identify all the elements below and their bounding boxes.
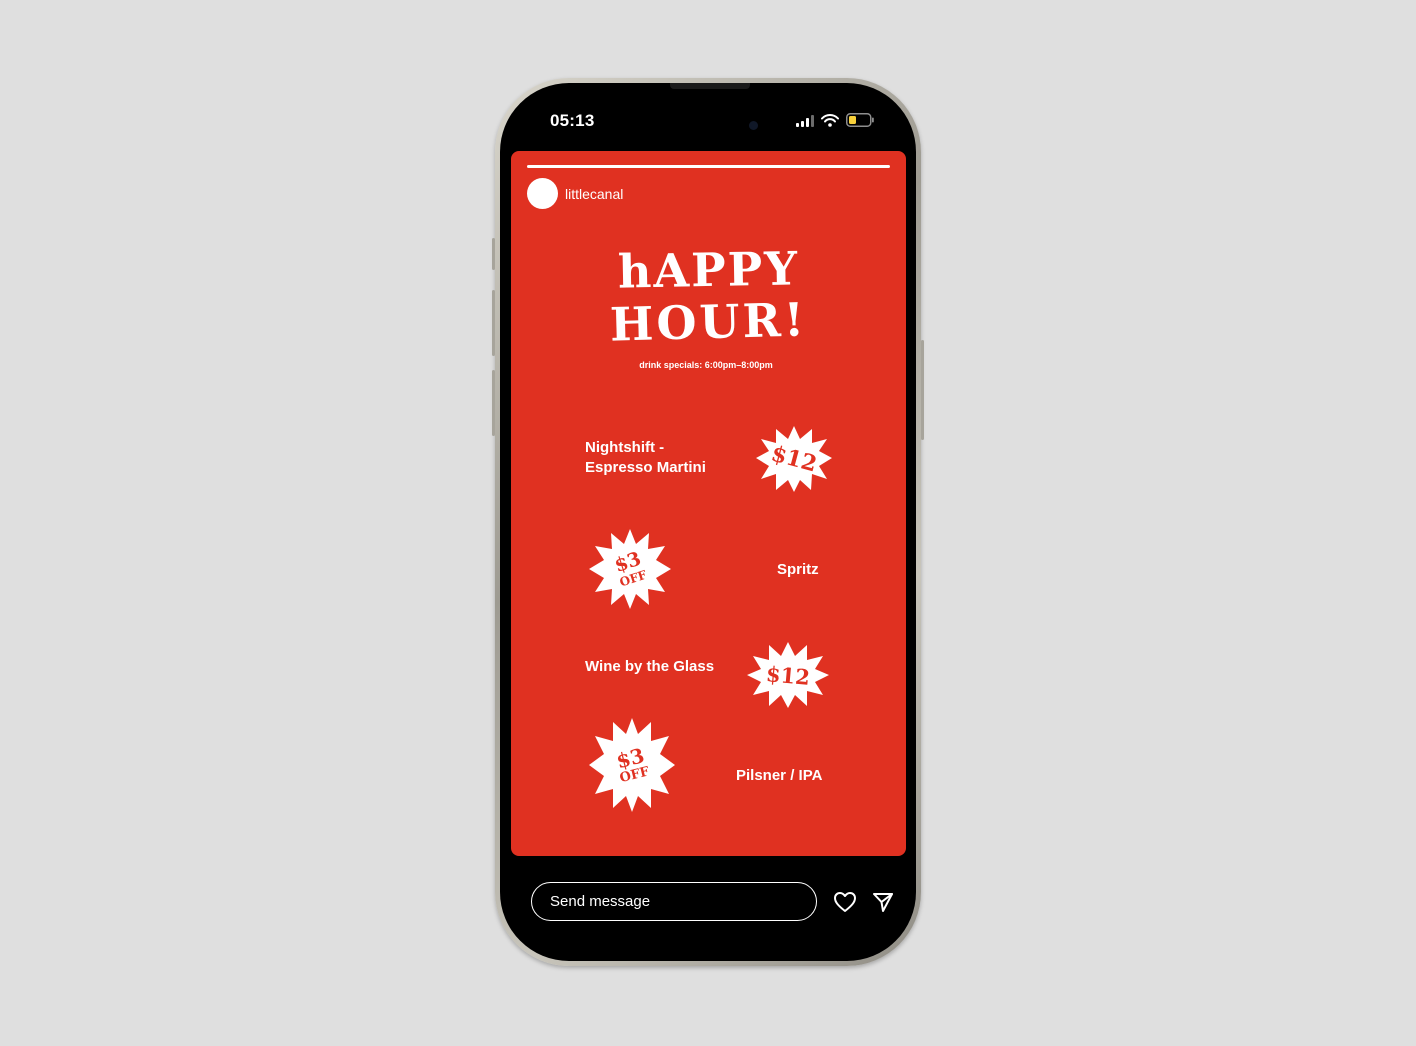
battery-icon xyxy=(846,113,874,132)
send-message-input[interactable] xyxy=(531,882,817,921)
mockup-stage: 05:13 littlecanal hAPPY HOUR! drink spec… xyxy=(0,0,1416,1046)
menu-item-name-line: Espresso Martini xyxy=(585,459,706,476)
title-line-1: hAPPY xyxy=(617,241,800,299)
subtitle: drink specials: 6:00pm–8:00pm xyxy=(639,360,773,370)
status-icons xyxy=(796,113,874,132)
status-time: 05:13 xyxy=(550,111,595,130)
menu-item-name-line: Spritz xyxy=(777,561,819,578)
phone-screen: 05:13 littlecanal hAPPY HOUR! drink spec… xyxy=(500,83,916,961)
price-burst: $12 xyxy=(754,424,834,494)
menu-item-name-line: Pilsner / IPA xyxy=(736,767,823,784)
price-burst: $3 OFF xyxy=(587,527,673,611)
price-burst: $3 OFF xyxy=(587,716,677,814)
power-button xyxy=(921,340,924,440)
send-icon[interactable] xyxy=(869,888,897,916)
menu-item-name: Pilsner / IPA xyxy=(736,766,822,786)
menu-item-name: Wine by the Glass xyxy=(585,657,714,677)
menu-item-name-line: Wine by the Glass xyxy=(585,658,715,675)
wifi-icon xyxy=(821,113,839,132)
price-text: $12 xyxy=(765,660,811,690)
menu-item-name: Nightshift - Espresso Martini xyxy=(585,438,706,478)
price-text: $12 xyxy=(768,440,820,478)
price-label: $12 xyxy=(742,636,834,713)
menu-item-name-line: Nightshift - xyxy=(585,439,665,456)
phone-frame: 05:13 littlecanal hAPPY HOUR! drink spec… xyxy=(492,78,924,966)
side-button xyxy=(492,238,495,270)
menu-item-name: Spritz xyxy=(777,560,819,580)
volume-up-button xyxy=(492,290,495,356)
volume-down-button xyxy=(492,370,495,436)
story-card[interactable]: littlecanal hAPPY HOUR! drink specials: … xyxy=(511,151,906,856)
front-camera xyxy=(749,121,758,130)
price-burst: $12 xyxy=(745,640,831,710)
speaker-grille xyxy=(670,83,750,89)
heart-icon[interactable] xyxy=(831,888,859,916)
title-line-2: HOUR! xyxy=(609,292,808,352)
avatar[interactable] xyxy=(527,178,558,209)
story-progress-bar xyxy=(527,165,890,168)
story-username[interactable]: littlecanal xyxy=(565,186,623,202)
signal-icon xyxy=(796,114,814,132)
